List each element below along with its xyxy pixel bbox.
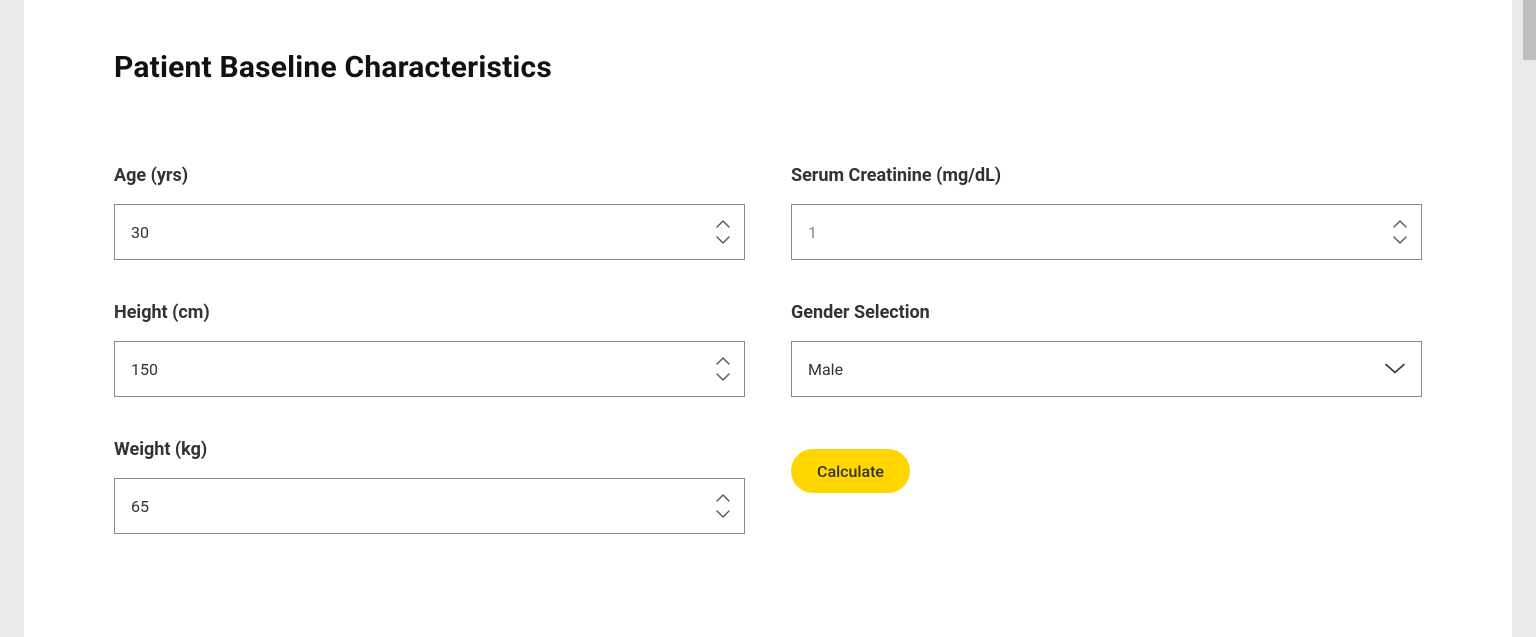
form-grid: Age (yrs) Height (cm) <box>114 165 1422 576</box>
age-input[interactable] <box>114 204 745 260</box>
weight-group: Weight (kg) <box>114 439 745 534</box>
weight-spinner <box>711 494 735 518</box>
age-group: Age (yrs) <box>114 165 745 260</box>
chevron-up-icon[interactable] <box>1393 220 1407 228</box>
age-input-wrap <box>114 204 745 260</box>
gender-select[interactable]: Male <box>791 341 1422 397</box>
scrollbar-thumb[interactable] <box>1523 0 1536 60</box>
serum-creatinine-spinner <box>1388 220 1412 244</box>
chevron-up-icon[interactable] <box>716 494 730 502</box>
weight-input-wrap <box>114 478 745 534</box>
gender-select-value: Male <box>808 360 843 379</box>
age-spinner <box>711 220 735 244</box>
chevron-down-icon[interactable] <box>1393 236 1407 244</box>
height-input[interactable] <box>114 341 745 397</box>
serum-creatinine-input-wrap <box>791 204 1422 260</box>
right-column: Serum Creatinine (mg/dL) Gender Selectio… <box>791 165 1422 576</box>
gender-select-wrap: Male <box>791 341 1422 397</box>
serum-creatinine-label: Serum Creatinine (mg/dL) <box>791 165 1422 186</box>
chevron-up-icon[interactable] <box>716 220 730 228</box>
serum-creatinine-group: Serum Creatinine (mg/dL) <box>791 165 1422 260</box>
weight-label: Weight (kg) <box>114 439 745 460</box>
left-column: Age (yrs) Height (cm) <box>114 165 745 576</box>
weight-input[interactable] <box>114 478 745 534</box>
chevron-down-icon[interactable] <box>716 236 730 244</box>
chevron-up-icon[interactable] <box>716 357 730 365</box>
chevron-down-icon[interactable] <box>716 373 730 381</box>
height-input-wrap <box>114 341 745 397</box>
scrollbar-track[interactable] <box>1520 0 1536 637</box>
page-title: Patient Baseline Characteristics <box>114 50 1422 85</box>
gender-label: Gender Selection <box>791 302 1422 323</box>
chevron-down-icon[interactable] <box>716 510 730 518</box>
form-panel: Patient Baseline Characteristics Age (yr… <box>24 0 1512 637</box>
gender-group: Gender Selection Male <box>791 302 1422 397</box>
height-label: Height (cm) <box>114 302 745 323</box>
height-spinner <box>711 357 735 381</box>
height-group: Height (cm) <box>114 302 745 397</box>
serum-creatinine-input[interactable] <box>791 204 1422 260</box>
age-label: Age (yrs) <box>114 165 745 186</box>
calculate-button[interactable]: Calculate <box>791 449 910 493</box>
